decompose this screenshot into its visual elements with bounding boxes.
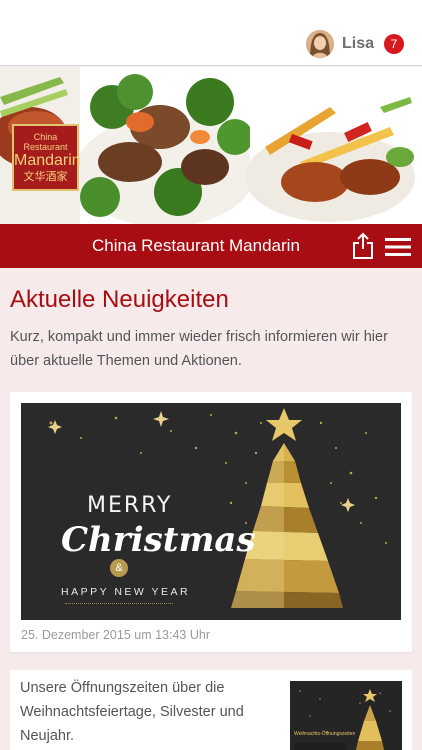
ampersand-badge: &: [110, 559, 128, 577]
logo-line-3: 文华酒家: [23, 171, 68, 183]
username[interactable]: Lisa: [342, 35, 374, 53]
avatar[interactable]: [305, 30, 334, 58]
logo-line-1: China Restaurant: [23, 132, 68, 152]
happy-new-year-text: HAPPY NEW YEAR: [61, 586, 191, 598]
news-post-card[interactable]: MERRY Christmas & HAPPY NEW YEAR 25. Dez…: [10, 392, 412, 652]
notification-badge[interactable]: 7: [384, 34, 404, 54]
christmas-post-image[interactable]: MERRY Christmas & HAPPY NEW YEAR: [21, 403, 401, 620]
post-date: 25. Dezember 2015 um 13:43 Uhr: [21, 628, 210, 642]
thumbnail-label: Weihnachts-Öffnungszeiten: [294, 731, 356, 737]
christmas-text: Christmas: [61, 520, 256, 560]
restaurant-name: China Restaurant Mandarin: [92, 236, 300, 255]
logo-line-2: Mandarin: [14, 152, 81, 169]
restaurant-title-bar: China Restaurant Mandarin: [0, 224, 422, 268]
post-thumbnail[interactable]: Weihnachts-Öffnungszeiten: [290, 681, 402, 750]
share-icon[interactable]: [350, 232, 376, 260]
merry-text: MERRY: [87, 493, 173, 518]
restaurant-logo[interactable]: China Restaurant Mandarin 文华酒家: [12, 124, 81, 191]
post-text: Unsere Öffnungszeiten über die Weihnacht…: [20, 680, 244, 744]
user-profile[interactable]: Lisa 7: [305, 30, 404, 58]
top-bar: Lisa 7: [0, 0, 422, 66]
news-post-card[interactable]: Unsere Öffnungszeiten über die Weihnacht…: [10, 670, 412, 750]
news-intro-text: Kurz, kompakt und immer wieder frisch in…: [10, 329, 388, 369]
news-section-title: Aktuelle Neuigkeiten: [10, 286, 229, 313]
dotted-divider: [65, 603, 173, 604]
hamburger-menu-icon[interactable]: [385, 237, 411, 257]
